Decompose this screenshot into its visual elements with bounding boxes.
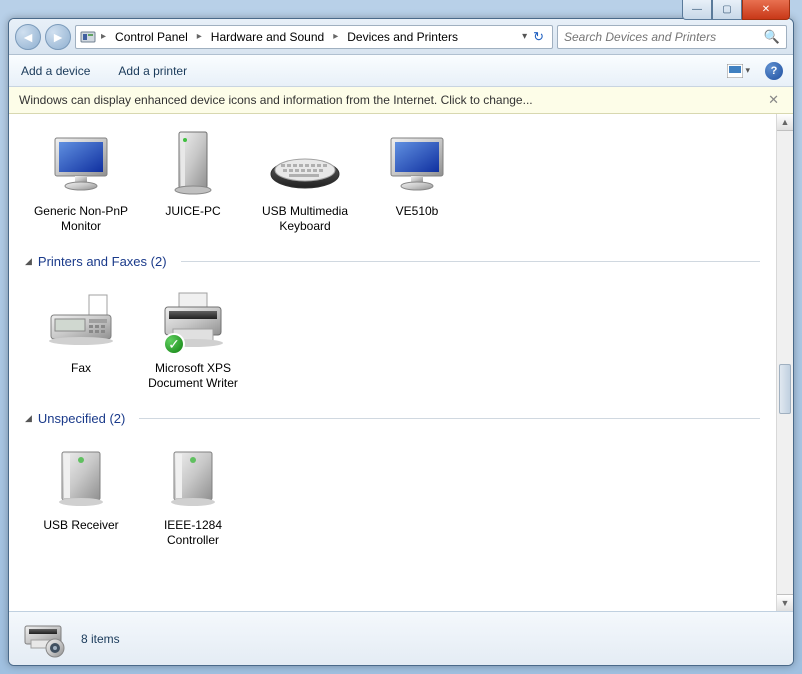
maximize-button[interactable]: ▢ xyxy=(712,0,742,20)
device-label: USB Multimedia Keyboard xyxy=(253,204,357,234)
monitor-icon xyxy=(381,128,453,200)
content-pane: Generic Non-PnP Monitor JUICE-PC USB Mul… xyxy=(9,114,776,611)
monitor-icon xyxy=(45,128,117,200)
thumbnails-icon xyxy=(727,64,743,78)
chevron-right-icon: ▸ xyxy=(330,31,341,42)
device-label: USB Receiver xyxy=(43,518,118,533)
device-label: Microsoft XPS Document Writer xyxy=(141,361,245,391)
group-header-unspecified[interactable]: ◢ Unspecified (2) xyxy=(25,411,760,426)
help-button[interactable]: ? xyxy=(765,62,783,80)
refresh-icon[interactable]: ↻ xyxy=(531,27,546,47)
info-bar-text: Windows can display enhanced device icon… xyxy=(19,93,533,107)
device-label: IEEE-1284 Controller xyxy=(141,518,245,548)
device-item[interactable]: USB Multimedia Keyboard xyxy=(249,120,361,242)
dropdown-icon[interactable]: ▾ xyxy=(520,29,529,44)
scroll-down-icon[interactable]: ▼ xyxy=(777,594,793,611)
device-label: JUICE-PC xyxy=(165,204,220,219)
breadcrumb-item[interactable]: Devices and Printers xyxy=(343,28,462,46)
group-header-label: Unspecified (2) xyxy=(38,411,125,426)
collapse-icon: ◢ xyxy=(25,413,32,424)
toolbar: Add a device Add a printer ▾ ? xyxy=(9,55,793,87)
group-header-label: Printers and Faxes (2) xyxy=(38,254,167,269)
keyboard-icon xyxy=(269,128,341,200)
collapse-icon: ◢ xyxy=(25,256,32,267)
search-icon[interactable]: 🔍 xyxy=(764,29,780,45)
scroll-up-icon[interactable]: ▲ xyxy=(777,114,793,131)
minimize-button[interactable]: — xyxy=(682,0,712,20)
chevron-down-icon: ▾ xyxy=(745,65,750,76)
scroll-thumb[interactable] xyxy=(779,364,791,414)
device-item[interactable]: Generic Non-PnP Monitor xyxy=(25,120,137,242)
add-device-button[interactable]: Add a device xyxy=(19,60,92,82)
status-bar: 8 items xyxy=(9,611,793,665)
control-panel-icon xyxy=(80,29,96,45)
device-box-icon xyxy=(45,442,117,514)
close-button[interactable]: ✕ xyxy=(742,0,790,20)
search-input[interactable] xyxy=(564,30,764,44)
info-bar-close-icon[interactable]: ✕ xyxy=(764,92,783,108)
breadcrumb[interactable]: ▸ Control Panel ▸ Hardware and Sound ▸ D… xyxy=(75,25,553,49)
default-check-icon: ✓ xyxy=(163,333,185,355)
printer-icon: ✓ xyxy=(157,285,229,357)
printers-grid: Fax ✓ Microsoft XPS Document Writer xyxy=(25,277,760,399)
pc-tower-icon xyxy=(157,128,229,200)
device-label: Fax xyxy=(71,361,91,376)
device-item[interactable]: USB Receiver xyxy=(25,434,137,556)
chevron-right-icon: ▸ xyxy=(194,31,205,42)
device-item[interactable]: ✓ Microsoft XPS Document Writer xyxy=(137,277,249,399)
address-row: ◄ ► ▸ Control Panel ▸ Hardware and Sound… xyxy=(9,19,793,55)
info-bar[interactable]: Windows can display enhanced device icon… xyxy=(9,87,793,114)
device-label: VE510b xyxy=(396,204,439,219)
device-box-icon xyxy=(157,442,229,514)
device-item[interactable]: Fax xyxy=(25,277,137,399)
scrollbar[interactable]: ▲ ▼ xyxy=(776,114,793,611)
explorer-window: ◄ ► ▸ Control Panel ▸ Hardware and Sound… xyxy=(8,18,794,666)
unspecified-grid: USB Receiver IEEE-1284 Controller xyxy=(25,434,760,556)
window-controls: — ▢ ✕ xyxy=(682,0,790,20)
device-item[interactable]: VE510b xyxy=(361,120,473,242)
breadcrumb-item[interactable]: Control Panel xyxy=(111,28,192,46)
view-options-button[interactable]: ▾ xyxy=(722,61,755,81)
forward-button[interactable]: ► xyxy=(45,24,71,50)
device-item[interactable]: JUICE-PC xyxy=(137,120,249,242)
search-box[interactable]: 🔍 xyxy=(557,25,787,49)
device-label: Generic Non-PnP Monitor xyxy=(29,204,133,234)
chevron-right-icon: ▸ xyxy=(98,31,109,42)
devices-grid: Generic Non-PnP Monitor JUICE-PC USB Mul… xyxy=(25,120,760,242)
devices-printers-icon xyxy=(21,618,69,660)
add-printer-button[interactable]: Add a printer xyxy=(116,60,189,82)
fax-icon xyxy=(45,285,117,357)
device-item[interactable]: IEEE-1284 Controller xyxy=(137,434,249,556)
back-button[interactable]: ◄ xyxy=(15,24,41,50)
group-header-printers[interactable]: ◢ Printers and Faxes (2) xyxy=(25,254,760,269)
status-text: 8 items xyxy=(81,632,120,646)
breadcrumb-item[interactable]: Hardware and Sound xyxy=(207,28,328,46)
